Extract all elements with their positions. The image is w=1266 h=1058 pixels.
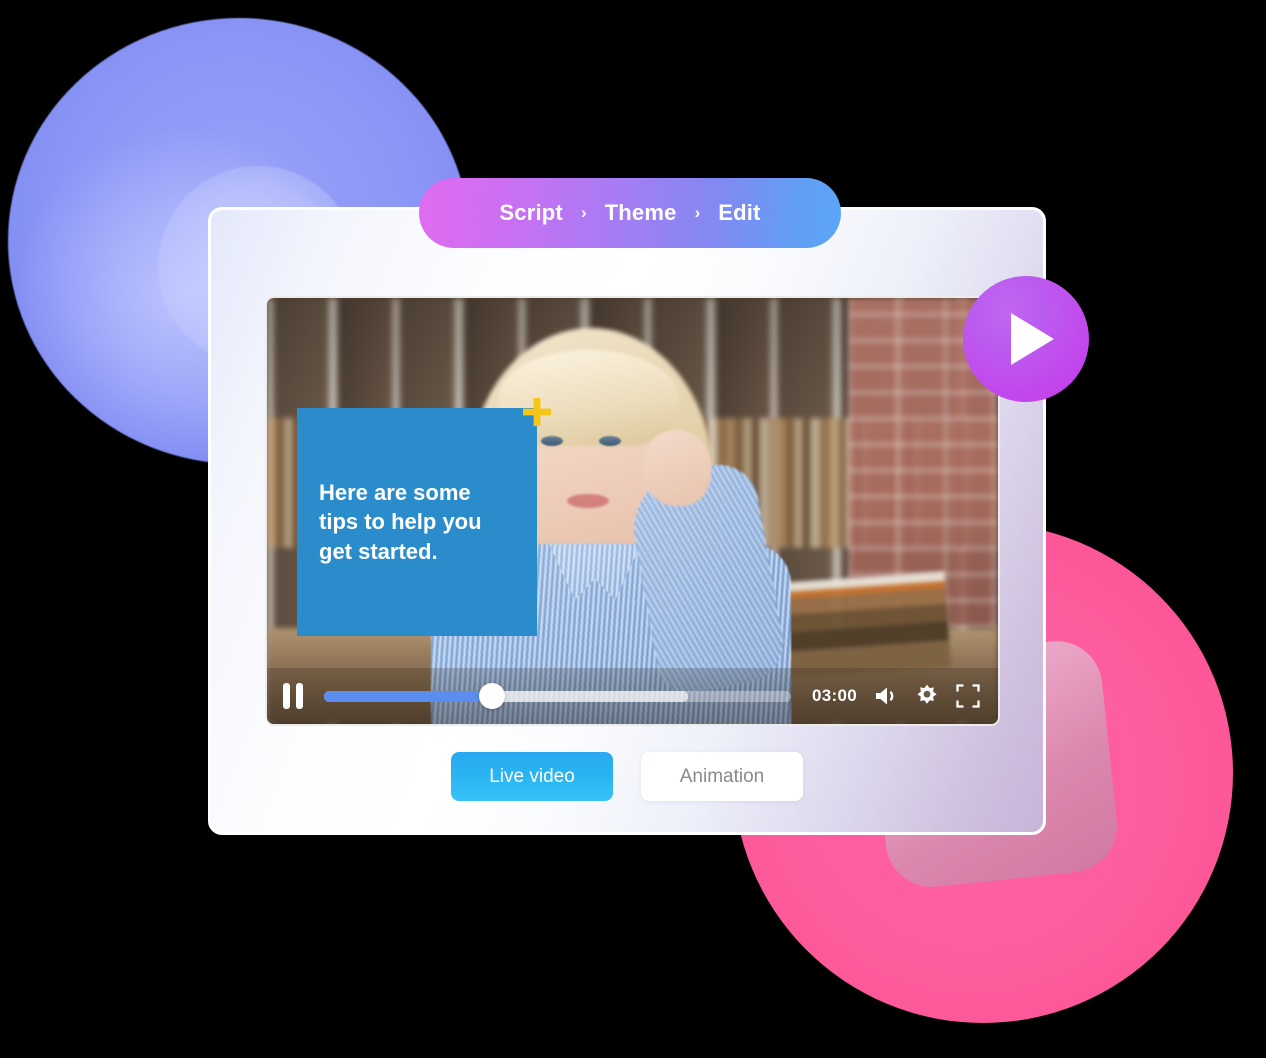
eye-left [541, 436, 563, 446]
breadcrumb-step-theme[interactable]: Theme [605, 200, 677, 226]
video-player[interactable]: Here are some tips to help you get start… [265, 296, 1000, 726]
breadcrumb-step-edit[interactable]: Edit [718, 200, 760, 226]
breadcrumb: Script › Theme › Edit [419, 178, 841, 248]
animation-button[interactable]: Animation [641, 752, 803, 801]
mode-toggle-group: Live video Animation [211, 752, 1043, 801]
caption-text: Here are some tips to help you get start… [319, 480, 482, 564]
pause-bar-right [296, 683, 303, 709]
progress-handle[interactable] [479, 683, 506, 709]
video-controls-bar: 03:00 [267, 668, 998, 724]
gear-icon[interactable] [913, 682, 941, 710]
pause-icon[interactable] [283, 683, 305, 709]
promo-composition: Here are some tips to help you get start… [0, 0, 1266, 1058]
play-icon [1010, 313, 1054, 365]
pause-bar-left [283, 683, 290, 709]
play-button[interactable] [963, 276, 1089, 402]
fullscreen-icon[interactable] [954, 682, 982, 710]
chevron-right-icon-2: › [694, 203, 701, 222]
progress-filled [324, 690, 493, 702]
hand [643, 430, 711, 506]
video-editor-card: Here are some tips to help you get start… [208, 207, 1046, 835]
progress-scrubber[interactable] [324, 683, 792, 709]
caption-overlay[interactable]: Here are some tips to help you get start… [297, 408, 537, 636]
chevron-right-icon-1: › [580, 203, 587, 222]
breadcrumb-step-script[interactable]: Script [499, 200, 563, 226]
time-elapsed-label: 03:00 [812, 686, 857, 705]
plus-icon[interactable] [521, 396, 553, 428]
lips [567, 494, 609, 508]
volume-icon[interactable] [872, 682, 900, 710]
eye-right [599, 436, 621, 446]
live-video-button[interactable]: Live video [451, 752, 613, 801]
